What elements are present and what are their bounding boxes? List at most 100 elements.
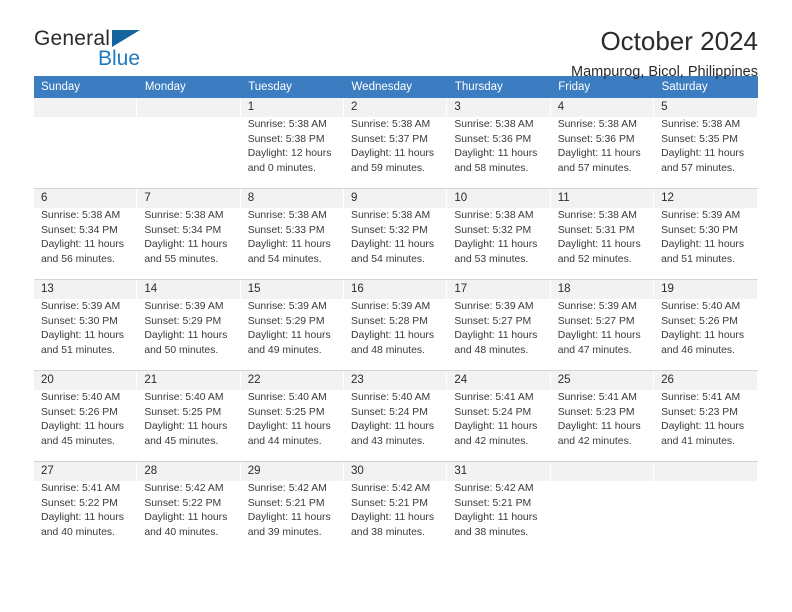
- sun-times-text: [34, 117, 136, 118]
- calendar-day-cell[interactable]: 24 Sunrise: 5:41 AM Sunset: 5:24 PM Dayli…: [447, 370, 551, 462]
- sun-times-text: Sunrise: 5:39 AM Sunset: 5:27 PM Dayligh…: [454, 301, 538, 356]
- sun-times-text: Sunrise: 5:39 AM Sunset: 5:27 PM Dayligh…: [557, 301, 641, 356]
- day-number: 9: [344, 189, 447, 208]
- sun-times-text: Sunrise: 5:42 AM Sunset: 5:21 PM Dayligh…: [454, 483, 538, 538]
- calendar-day-cell[interactable]: 9 Sunrise: 5:38 AM Sunset: 5:32 PM Daylig…: [344, 188, 448, 280]
- calendar-page: General Blue October 2024 Mampurog, Bico…: [0, 0, 792, 612]
- sun-times-text: Sunrise: 5:38 AM Sunset: 5:33 PM Dayligh…: [247, 210, 331, 265]
- sun-times-text: Sunrise: 5:40 AM Sunset: 5:25 PM Dayligh…: [247, 392, 331, 447]
- sun-times-text: Sunrise: 5:42 AM Sunset: 5:21 PM Dayligh…: [247, 483, 331, 538]
- calendar-grid-wrapper: Sunday Monday Tuesday Wednesday Thursday…: [34, 76, 759, 552]
- weekday-header-monday: Monday: [137, 76, 242, 98]
- calendar-day-cell: [654, 461, 758, 552]
- day-number: 12: [654, 189, 757, 208]
- calendar-day-cell[interactable]: 30 Sunrise: 5:42 AM Sunset: 5:21 PM Dayli…: [344, 461, 448, 552]
- day-number: 29: [240, 462, 344, 481]
- calendar-day-cell[interactable]: 31 Sunrise: 5:42 AM Sunset: 5:21 PM Dayli…: [447, 461, 551, 552]
- calendar-table: Sunday Monday Tuesday Wednesday Thursday…: [34, 76, 759, 552]
- day-number: 21: [137, 371, 240, 390]
- sun-times-text: Sunrise: 5:38 AM Sunset: 5:34 PM Dayligh…: [144, 210, 228, 265]
- calendar-day-cell[interactable]: 11 Sunrise: 5:38 AM Sunset: 5:31 PM Dayli…: [550, 188, 655, 280]
- sun-times-text: Sunrise: 5:38 AM Sunset: 5:37 PM Dayligh…: [351, 119, 435, 174]
- day-number: 6: [34, 189, 137, 208]
- day-number: 16: [344, 280, 447, 299]
- calendar-day-cell: [137, 98, 241, 189]
- calendar-day-cell: [550, 461, 655, 552]
- calendar-day-cell[interactable]: 4 Sunrise: 5:38 AM Sunset: 5:36 PM Daylig…: [550, 98, 655, 189]
- sun-times-text: Sunrise: 5:40 AM Sunset: 5:26 PM Dayligh…: [41, 392, 124, 447]
- calendar-day-cell[interactable]: 25 Sunrise: 5:41 AM Sunset: 5:23 PM Dayli…: [550, 370, 655, 462]
- day-number: 30: [344, 462, 447, 481]
- sun-times-text: Sunrise: 5:41 AM Sunset: 5:24 PM Dayligh…: [454, 392, 538, 447]
- weekday-header-thursday: Thursday: [447, 76, 552, 98]
- day-number: 13: [34, 280, 137, 299]
- calendar-day-cell[interactable]: 10 Sunrise: 5:38 AM Sunset: 5:32 PM Dayli…: [447, 188, 551, 280]
- calendar-day-cell[interactable]: 19 Sunrise: 5:40 AM Sunset: 5:26 PM Dayli…: [654, 279, 758, 371]
- sun-times-text: Sunrise: 5:39 AM Sunset: 5:29 PM Dayligh…: [247, 301, 331, 356]
- day-number: 20: [34, 371, 137, 390]
- calendar-day-cell[interactable]: 6 Sunrise: 5:38 AM Sunset: 5:34 PM Daylig…: [34, 188, 138, 280]
- calendar-day-cell[interactable]: 18 Sunrise: 5:39 AM Sunset: 5:27 PM Dayli…: [550, 279, 655, 371]
- sun-times-text: Sunrise: 5:38 AM Sunset: 5:34 PM Dayligh…: [41, 210, 124, 265]
- calendar-day-cell[interactable]: 2 Sunrise: 5:38 AM Sunset: 5:37 PM Daylig…: [344, 98, 448, 189]
- sun-times-text: Sunrise: 5:38 AM Sunset: 5:32 PM Dayligh…: [454, 210, 538, 265]
- page-header: General Blue October 2024 Mampurog, Bico…: [34, 0, 758, 80]
- calendar-day-cell[interactable]: 8 Sunrise: 5:38 AM Sunset: 5:33 PM Daylig…: [240, 188, 345, 280]
- sun-times-text: Sunrise: 5:38 AM Sunset: 5:36 PM Dayligh…: [454, 119, 538, 174]
- calendar-day-cell[interactable]: 13 Sunrise: 5:39 AM Sunset: 5:30 PM Dayli…: [34, 279, 138, 371]
- calendar-week-row: 20 Sunrise: 5:40 AM Sunset: 5:26 PM Dayli…: [34, 370, 758, 462]
- calendar-day-cell[interactable]: 5 Sunrise: 5:38 AM Sunset: 5:35 PM Daylig…: [654, 98, 758, 189]
- day-number: 18: [550, 280, 654, 299]
- calendar-day-cell[interactable]: 23 Sunrise: 5:40 AM Sunset: 5:24 PM Dayli…: [344, 370, 448, 462]
- calendar-body: 1 Sunrise: 5:38 AM Sunset: 5:38 PM Daylig…: [34, 98, 758, 552]
- logo-text-blue: Blue: [97, 47, 140, 70]
- sun-times-text: Sunrise: 5:38 AM Sunset: 5:38 PM Dayligh…: [247, 119, 332, 174]
- day-number: 1: [240, 98, 344, 117]
- calendar-day-cell[interactable]: 26 Sunrise: 5:41 AM Sunset: 5:23 PM Dayli…: [654, 370, 758, 462]
- sun-times-text: Sunrise: 5:41 AM Sunset: 5:23 PM Dayligh…: [557, 392, 641, 447]
- page-title: October 2024: [600, 26, 758, 56]
- day-number: 3: [447, 98, 550, 117]
- calendar-day-cell[interactable]: 15 Sunrise: 5:39 AM Sunset: 5:29 PM Dayli…: [240, 279, 345, 371]
- calendar-day-cell[interactable]: 16 Sunrise: 5:39 AM Sunset: 5:28 PM Dayli…: [344, 279, 448, 371]
- triangle-flag-icon: [112, 30, 140, 47]
- calendar-day-cell[interactable]: 7 Sunrise: 5:38 AM Sunset: 5:34 PM Daylig…: [137, 188, 241, 280]
- day-number: 27: [34, 462, 137, 481]
- sun-times-text: Sunrise: 5:41 AM Sunset: 5:23 PM Dayligh…: [661, 392, 745, 447]
- calendar-day-cell[interactable]: 3 Sunrise: 5:38 AM Sunset: 5:36 PM Daylig…: [447, 98, 551, 189]
- day-number: 26: [654, 371, 757, 390]
- day-number: 23: [344, 371, 447, 390]
- sun-times-text: Sunrise: 5:40 AM Sunset: 5:25 PM Dayligh…: [144, 392, 228, 447]
- weekday-header-tuesday: Tuesday: [240, 76, 345, 98]
- day-number: 7: [137, 189, 240, 208]
- day-number: 17: [447, 280, 550, 299]
- day-number: 15: [240, 280, 344, 299]
- sun-times-text: Sunrise: 5:40 AM Sunset: 5:26 PM Dayligh…: [661, 301, 745, 356]
- calendar-day-cell[interactable]: 21 Sunrise: 5:40 AM Sunset: 5:25 PM Dayli…: [137, 370, 241, 462]
- day-number: 5: [654, 98, 757, 117]
- calendar-day-cell[interactable]: 20 Sunrise: 5:40 AM Sunset: 5:26 PM Dayli…: [34, 370, 138, 462]
- logo[interactable]: General Blue: [34, 26, 154, 70]
- sun-times-text: Sunrise: 5:38 AM Sunset: 5:32 PM Dayligh…: [351, 210, 435, 265]
- day-number: [137, 98, 240, 117]
- calendar-day-cell[interactable]: 1 Sunrise: 5:38 AM Sunset: 5:38 PM Daylig…: [240, 98, 345, 189]
- calendar-day-cell[interactable]: 14 Sunrise: 5:39 AM Sunset: 5:29 PM Dayli…: [137, 279, 241, 371]
- day-number: [654, 462, 757, 481]
- sun-times-text: Sunrise: 5:39 AM Sunset: 5:28 PM Dayligh…: [351, 301, 435, 356]
- calendar-day-cell[interactable]: 29 Sunrise: 5:42 AM Sunset: 5:21 PM Dayli…: [240, 461, 345, 552]
- calendar-day-cell[interactable]: 12 Sunrise: 5:39 AM Sunset: 5:30 PM Dayli…: [654, 188, 758, 280]
- calendar-day-cell[interactable]: 28 Sunrise: 5:42 AM Sunset: 5:22 PM Dayli…: [137, 461, 241, 552]
- sun-times-text: [551, 481, 653, 482]
- calendar-day-cell[interactable]: 27 Sunrise: 5:41 AM Sunset: 5:22 PM Dayli…: [34, 461, 138, 552]
- calendar-day-cell[interactable]: 22 Sunrise: 5:40 AM Sunset: 5:25 PM Dayli…: [240, 370, 345, 462]
- day-number: [34, 98, 137, 117]
- day-number: 2: [344, 98, 447, 117]
- sun-times-text: Sunrise: 5:39 AM Sunset: 5:30 PM Dayligh…: [661, 210, 745, 265]
- sun-times-text: Sunrise: 5:38 AM Sunset: 5:31 PM Dayligh…: [557, 210, 641, 265]
- weekday-header-wednesday: Wednesday: [344, 76, 448, 98]
- sun-times-text: Sunrise: 5:42 AM Sunset: 5:21 PM Dayligh…: [351, 483, 435, 538]
- day-number: 10: [447, 189, 550, 208]
- sun-times-text: Sunrise: 5:39 AM Sunset: 5:29 PM Dayligh…: [144, 301, 228, 356]
- calendar-day-cell: [34, 98, 138, 189]
- calendar-day-cell[interactable]: 17 Sunrise: 5:39 AM Sunset: 5:27 PM Dayli…: [447, 279, 551, 371]
